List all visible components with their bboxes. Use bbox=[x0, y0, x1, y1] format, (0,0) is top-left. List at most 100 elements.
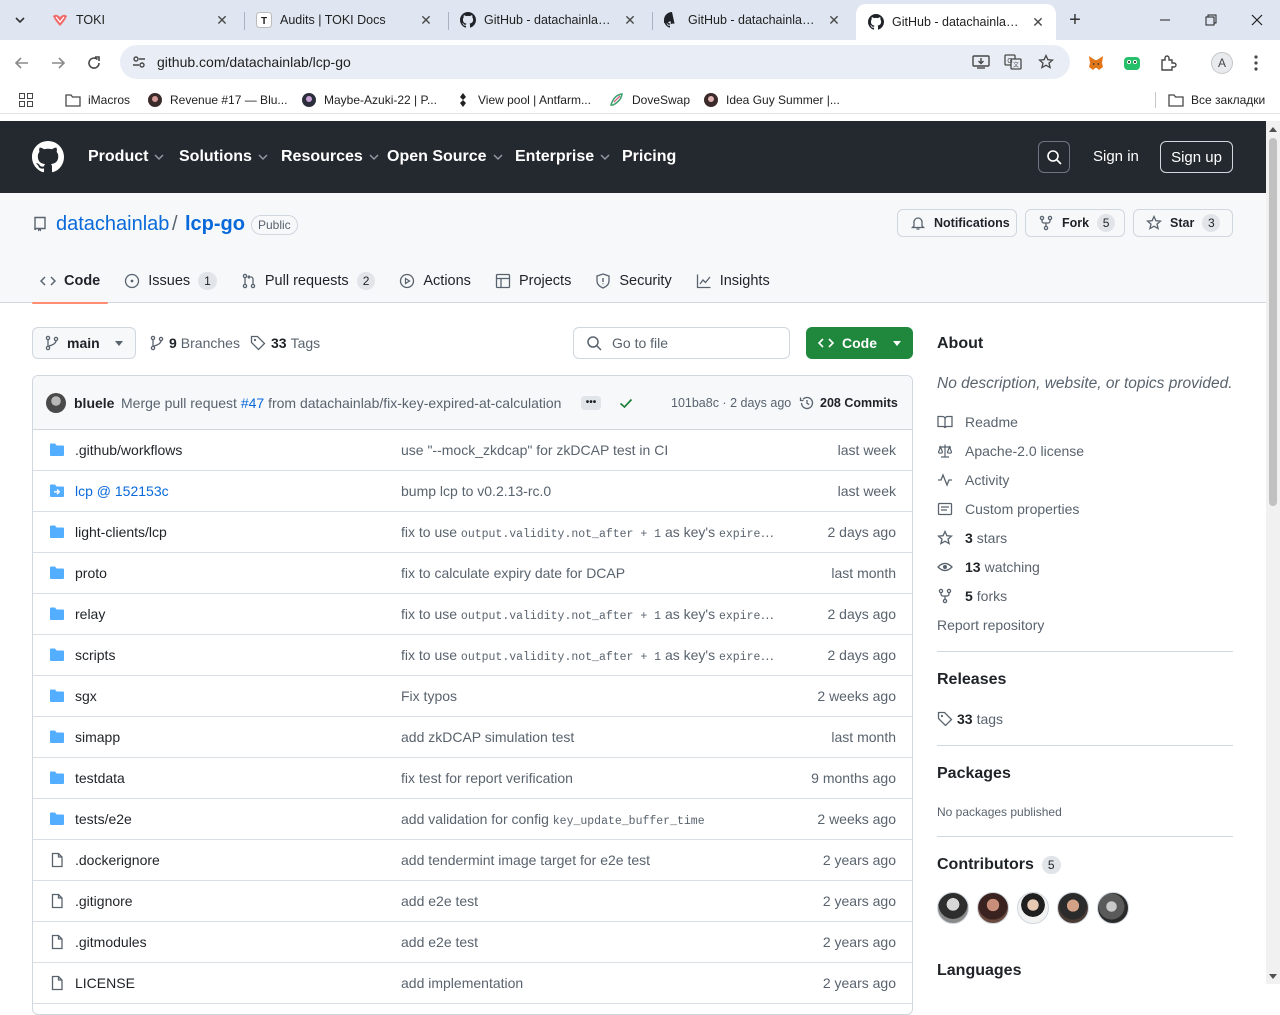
address-bar[interactable]: github.com/datachainlab/lcp-go G文 bbox=[120, 45, 1070, 79]
file-name-link[interactable]: sgx bbox=[75, 688, 97, 704]
about-item[interactable]: 3 stars bbox=[937, 529, 1007, 547]
star-button[interactable]: Star 3 bbox=[1133, 209, 1233, 237]
about-item[interactable]: Readme bbox=[937, 413, 1018, 431]
commit-message[interactable]: Merge pull request #47 from datachainlab… bbox=[121, 395, 561, 411]
close-icon[interactable]: ✕ bbox=[1030, 14, 1046, 30]
report-repository-link[interactable]: Report repository bbox=[937, 616, 1044, 634]
nav-pricing[interactable]: Pricing bbox=[622, 147, 676, 167]
file-commit-message[interactable]: add zkDCAP simulation test bbox=[401, 729, 776, 745]
extensions-puzzle-icon[interactable] bbox=[1157, 52, 1179, 74]
close-icon[interactable]: ✕ bbox=[214, 12, 230, 28]
search-button[interactable] bbox=[1038, 141, 1070, 173]
code-dropdown-button[interactable]: Code bbox=[806, 327, 913, 359]
table-row[interactable]: relay fix to use output.validity.not_afte… bbox=[33, 594, 912, 635]
table-row[interactable]: .dockerignore add tendermint image target… bbox=[33, 840, 912, 881]
minimize-button[interactable] bbox=[1142, 0, 1188, 40]
nav-enterprise[interactable]: Enterprise bbox=[515, 147, 610, 167]
nav-open-source[interactable]: Open Source bbox=[387, 147, 503, 167]
file-commit-message[interactable]: bump lcp to v0.2.13-rc.0 bbox=[401, 483, 776, 499]
table-row[interactable]: tests/e2e add validation for config key_u… bbox=[33, 799, 912, 840]
repo-name-link[interactable]: lcp-go bbox=[185, 213, 245, 236]
repo-owner-link[interactable]: datachainlab bbox=[56, 213, 169, 236]
releases-heading[interactable]: Releases bbox=[937, 671, 1006, 689]
bookmark-item[interactable]: iMacros bbox=[65, 91, 130, 109]
bookmark-item[interactable]: Maybe-Azuki-22 | P... bbox=[301, 91, 437, 109]
file-commit-message[interactable]: add implementation bbox=[401, 975, 776, 991]
browser-tab[interactable]: GitHub - datachainlab/cosmos-ethereum-ib… bbox=[448, 6, 648, 34]
avatar[interactable] bbox=[937, 892, 969, 924]
nav-solutions[interactable]: Solutions bbox=[179, 147, 268, 167]
browser-menu-icon[interactable] bbox=[1246, 52, 1266, 74]
table-row[interactable]: .gitignore add e2e test 2 years ago bbox=[33, 881, 912, 922]
file-name-link[interactable]: .dockerignore bbox=[75, 852, 160, 868]
file-name-link[interactable]: .gitmodules bbox=[75, 934, 147, 950]
tab-insights[interactable]: Insights bbox=[688, 259, 778, 303]
notifications-button[interactable]: Notifications bbox=[897, 209, 1017, 237]
table-row[interactable]: .github/workflows use "--mock_zkdcap" for… bbox=[33, 430, 912, 471]
tab-actions[interactable]: Actions bbox=[391, 259, 479, 303]
file-name-link[interactable]: tests/e2e bbox=[75, 811, 132, 827]
file-name-link[interactable]: simapp bbox=[75, 729, 120, 745]
translate-icon[interactable]: G文 bbox=[1003, 53, 1023, 71]
avatar[interactable] bbox=[977, 892, 1009, 924]
file-name-link[interactable]: light-clients/lcp bbox=[75, 524, 167, 540]
scrollbar-thumb[interactable] bbox=[1269, 138, 1277, 506]
back-button[interactable] bbox=[8, 49, 36, 77]
avatar[interactable] bbox=[1017, 892, 1049, 924]
commits-history-link[interactable]: 208 Commits bbox=[799, 395, 898, 411]
browser-tab[interactable]: GitHub - datachainlab/ibc-solidity ✕ bbox=[652, 6, 852, 34]
file-commit-message[interactable]: fix to calculate expiry date for DCAP bbox=[401, 565, 776, 581]
bookmark-item[interactable]: Idea Guy Summer |... bbox=[703, 91, 840, 109]
tab-search-button[interactable] bbox=[8, 8, 32, 32]
page-scrollbar[interactable] bbox=[1266, 121, 1280, 984]
avatar[interactable] bbox=[46, 393, 66, 413]
file-name-link[interactable]: relay bbox=[75, 606, 105, 622]
tab-code[interactable]: Code bbox=[32, 259, 109, 304]
about-item[interactable]: Activity bbox=[937, 471, 1009, 489]
browser-tab[interactable]: T Audits | TOKI Docs ✕ bbox=[244, 6, 444, 34]
profile-avatar[interactable]: A bbox=[1211, 52, 1233, 74]
file-name-link[interactable]: LICENSE bbox=[75, 975, 135, 991]
table-row[interactable]: .gitmodules add e2e test 2 years ago bbox=[33, 922, 912, 963]
sign-up-button[interactable]: Sign up bbox=[1160, 141, 1233, 173]
branch-selector[interactable]: main bbox=[32, 327, 136, 359]
apps-grid-button[interactable] bbox=[18, 91, 41, 109]
table-row[interactable]: lcp @ 152153c bump lcp to v0.2.13-rc.0 las… bbox=[33, 471, 912, 512]
contributors-heading[interactable]: Contributors 5 bbox=[937, 856, 1061, 874]
go-to-file-input[interactable]: Go to file bbox=[573, 327, 790, 359]
table-row[interactable]: simapp add zkDCAP simulation test last mon… bbox=[33, 717, 912, 758]
file-commit-message[interactable]: fix to use output.validity.not_after + 1… bbox=[401, 524, 776, 541]
about-item[interactable]: 5 forks bbox=[937, 587, 1007, 605]
file-commit-message[interactable]: fix test for report verification bbox=[401, 770, 776, 786]
forward-button[interactable] bbox=[44, 49, 72, 77]
release-tags-link[interactable]: 33 tags bbox=[937, 710, 1003, 728]
tab-projects[interactable]: Projects bbox=[487, 259, 579, 303]
file-name-link[interactable]: scripts bbox=[75, 647, 115, 663]
about-item[interactable]: 13 watching bbox=[937, 558, 1040, 576]
table-row[interactable]: scripts fix to use output.validity.not_af… bbox=[33, 635, 912, 676]
close-window-button[interactable] bbox=[1234, 0, 1280, 40]
file-commit-message[interactable]: Fix typos bbox=[401, 688, 776, 704]
check-icon[interactable] bbox=[618, 395, 634, 411]
browser-tab-active[interactable]: GitHub - datachainlab/lcp-go ✕ bbox=[856, 4, 1056, 40]
avatar[interactable] bbox=[1097, 892, 1129, 924]
bookmark-star-icon[interactable] bbox=[1036, 53, 1056, 71]
table-row[interactable]: light-clients/lcp fix to use output.valid… bbox=[33, 512, 912, 553]
file-commit-message[interactable]: use "--mock_zkdcap" for zkDCAP test in C… bbox=[401, 442, 776, 458]
file-commit-message[interactable]: add e2e test bbox=[401, 934, 776, 950]
tab-pull-requests[interactable]: Pull requests 2 bbox=[233, 259, 384, 303]
file-commit-message[interactable]: fix to use output.validity.not_after + 1… bbox=[401, 606, 776, 623]
commit-author[interactable]: bluele bbox=[74, 395, 114, 411]
file-name-link[interactable]: .github/workflows bbox=[75, 442, 182, 458]
nav-resources[interactable]: Resources bbox=[281, 147, 379, 167]
file-name-link[interactable]: .gitignore bbox=[75, 893, 133, 909]
file-name-link[interactable]: proto bbox=[75, 565, 107, 581]
close-icon[interactable]: ✕ bbox=[622, 12, 638, 28]
close-icon[interactable]: ✕ bbox=[418, 12, 434, 28]
commit-pr-link[interactable]: #47 bbox=[241, 395, 264, 411]
table-row[interactable]: testdata fix test for report verification… bbox=[33, 758, 912, 799]
commit-sha-time[interactable]: 101ba8c · 2 days ago bbox=[671, 396, 791, 410]
install-app-icon[interactable] bbox=[971, 53, 991, 71]
packages-heading[interactable]: Packages bbox=[937, 765, 1011, 783]
nav-product[interactable]: Product bbox=[88, 147, 164, 167]
